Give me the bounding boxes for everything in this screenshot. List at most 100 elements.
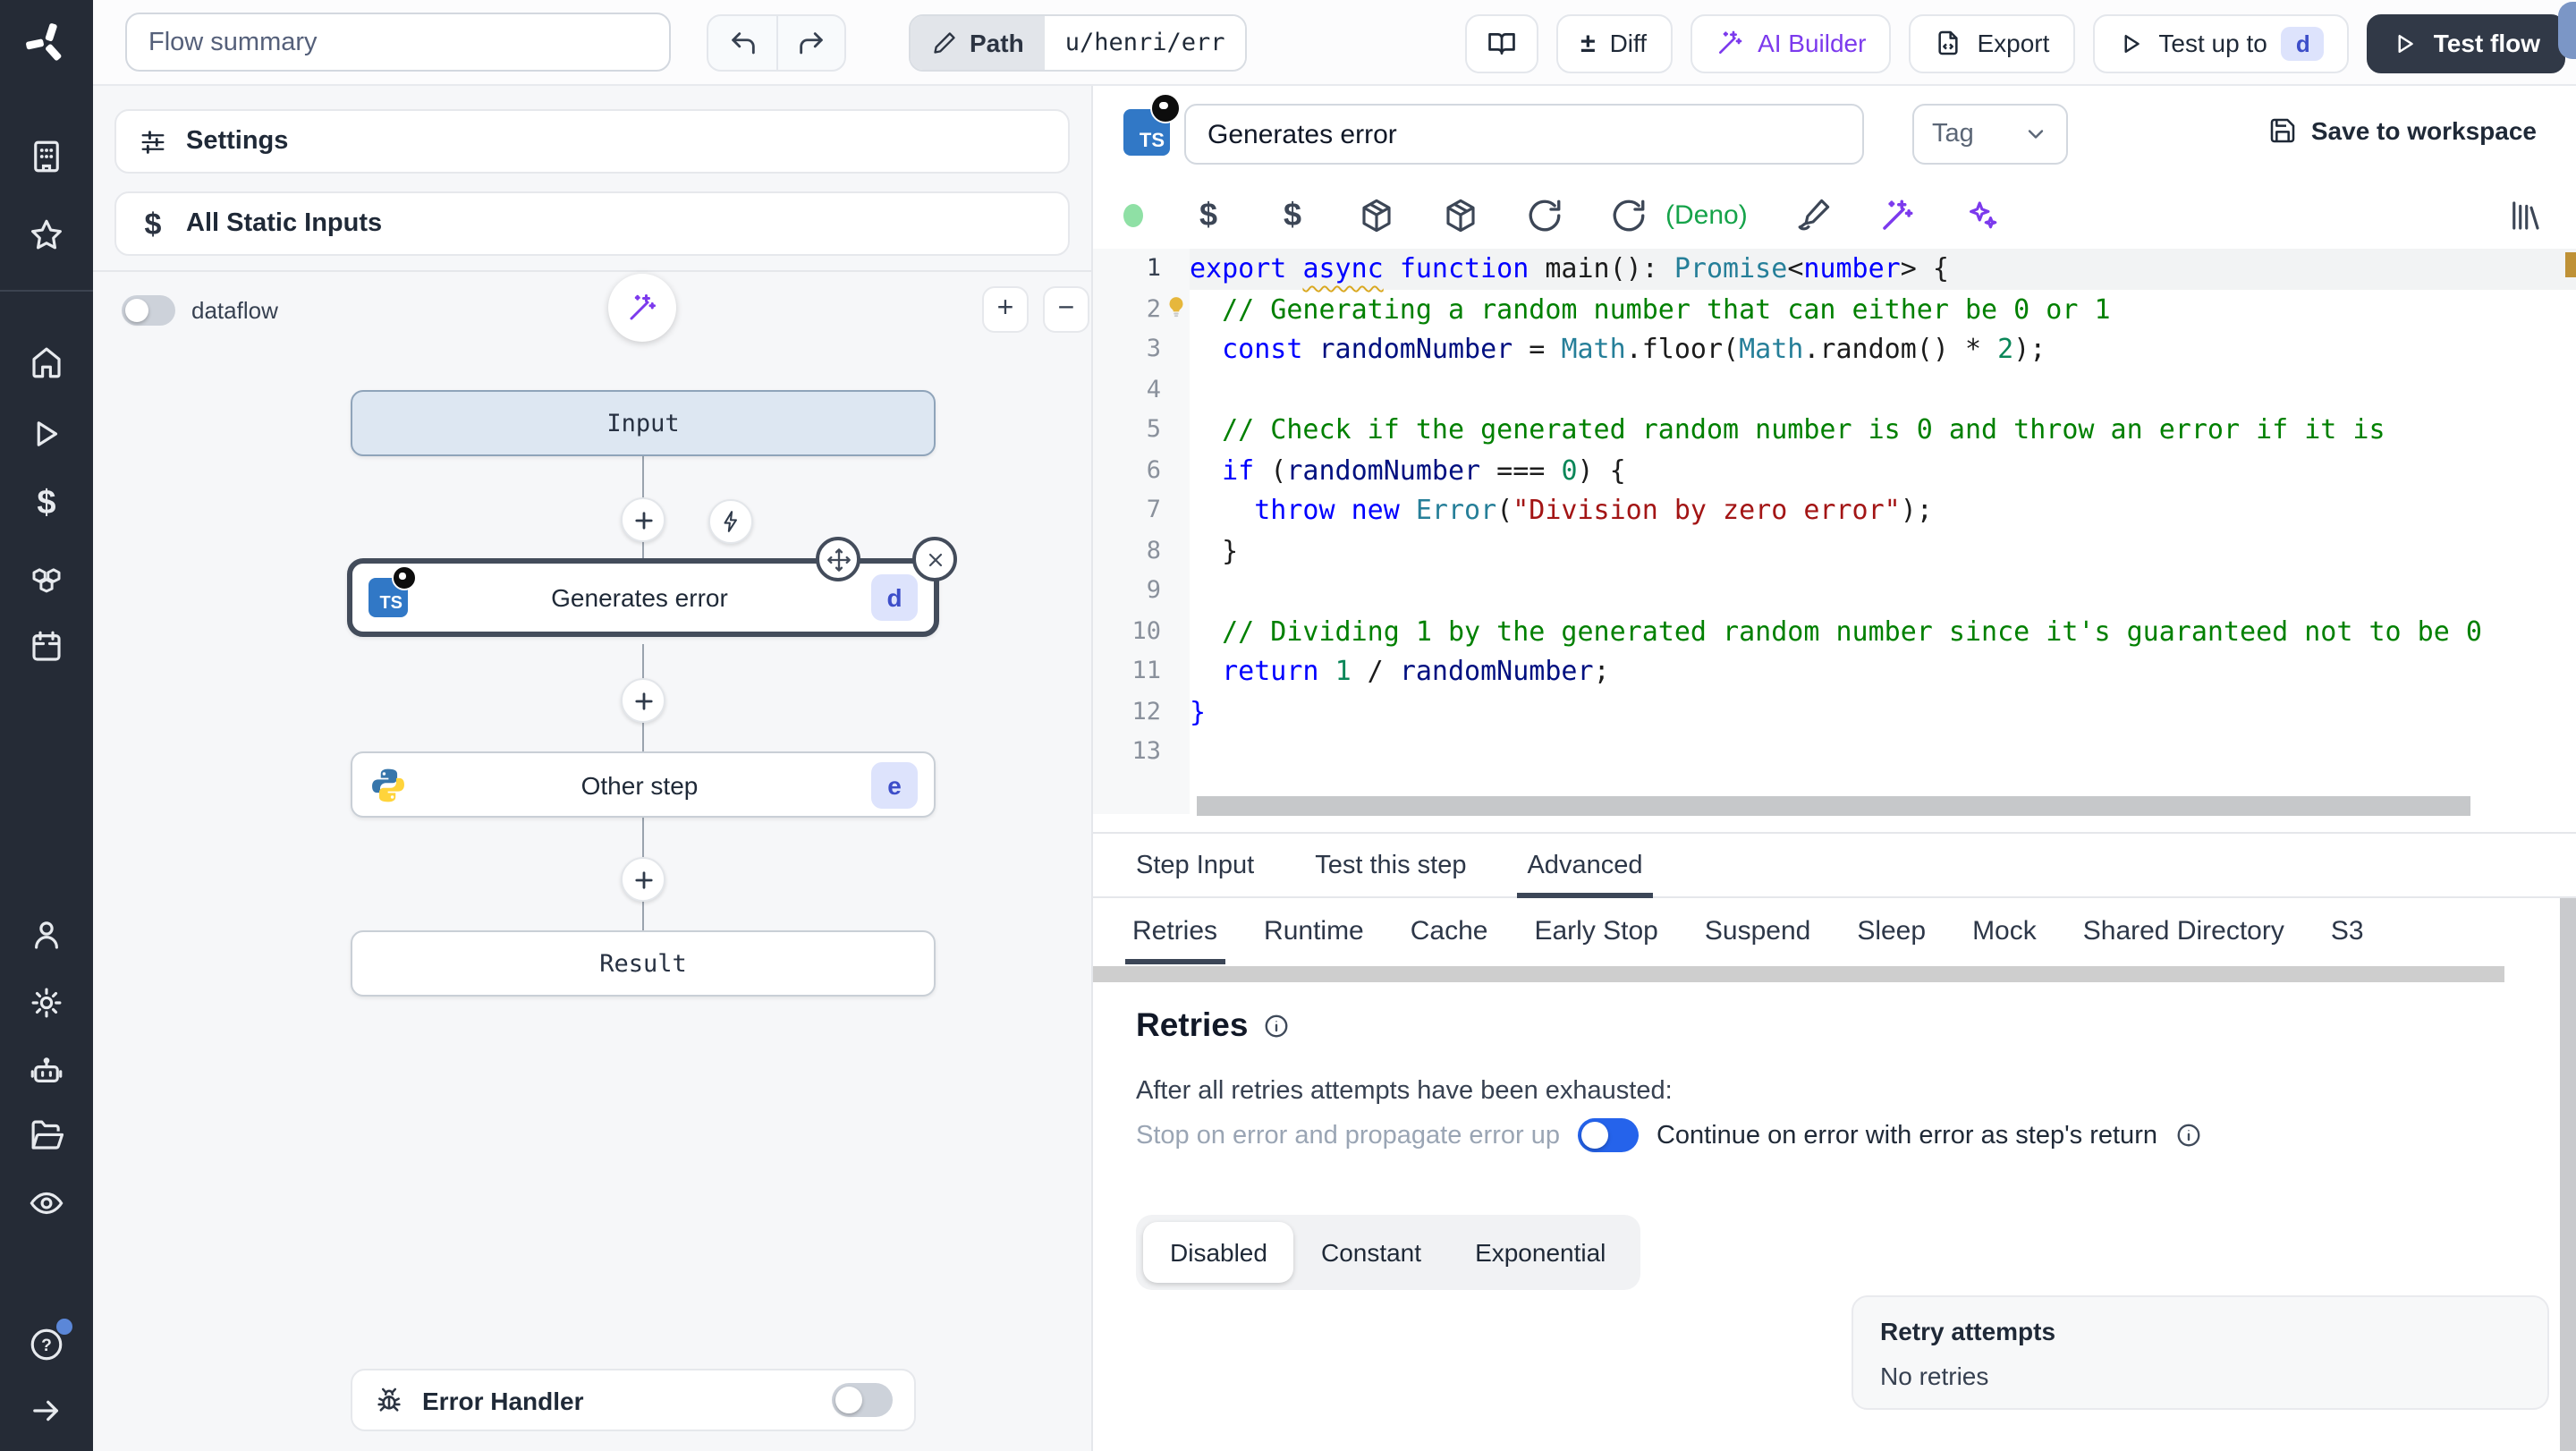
home-icon[interactable]	[28, 344, 65, 381]
flow-settings-row[interactable]: Settings	[114, 109, 1070, 174]
subtab-suspend[interactable]: Suspend	[1705, 898, 1810, 964]
subtab-retries[interactable]: Retries	[1125, 898, 1224, 964]
folders-icon[interactable]	[28, 1116, 65, 1154]
retry-attempts-label: Retry attempts	[1880, 1317, 2056, 1345]
add-step-button[interactable]	[621, 857, 665, 902]
subtab-s3[interactable]: S3	[2331, 898, 2364, 964]
format-brush-icon[interactable]	[1794, 196, 1832, 233]
code-editor[interactable]: 1 2 3 4 5 6 7 8 9 10 11 12 13 export async function …	[1093, 245, 2576, 814]
result-node-label: Result	[599, 949, 687, 978]
add-step-button[interactable]	[621, 497, 665, 542]
retry-mode-constant[interactable]: Constant	[1294, 1222, 1448, 1283]
subtab-shared-directory[interactable]: Shared Directory	[2083, 898, 2284, 964]
path-value[interactable]: u/henri/err	[1045, 16, 1245, 70]
settings-gear-icon[interactable]	[28, 984, 65, 1022]
audit-eye-icon[interactable]	[28, 1184, 65, 1222]
other-step-badge: e	[871, 761, 918, 808]
variables-icon[interactable]: $	[1274, 196, 1311, 233]
workers-robot-icon[interactable]	[28, 1052, 65, 1090]
panel-divider	[93, 270, 1091, 272]
resources-boxes-icon[interactable]	[28, 556, 65, 594]
subtab-early-stop[interactable]: Early Stop	[1534, 898, 1657, 964]
schedules-calendar-icon[interactable]	[28, 628, 65, 666]
reload-icon[interactable]	[1526, 196, 1563, 233]
subtab-runtime[interactable]: Runtime	[1264, 898, 1364, 964]
move-node-button[interactable]	[816, 537, 860, 581]
plus-minus-icon: ±	[1580, 28, 1596, 58]
zoom-in-button[interactable]: +	[982, 286, 1029, 333]
error-behavior-toggle-row: Stop on error and propagate error up Con…	[1136, 1118, 2202, 1152]
static-inputs-icon[interactable]: $	[1190, 196, 1227, 233]
library-icon[interactable]	[2506, 196, 2544, 233]
panel-vertical-scrollbar[interactable]	[2560, 898, 2576, 1451]
ai-wand-icon[interactable]	[1878, 196, 1916, 233]
retry-mode-disabled[interactable]: Disabled	[1143, 1222, 1294, 1283]
workspace-building-icon[interactable]	[28, 138, 65, 175]
favorites-star-icon[interactable]	[28, 216, 65, 254]
info-icon[interactable]	[2175, 1122, 2202, 1149]
runtime-label[interactable]: (Deno)	[1665, 199, 1748, 230]
undo-button[interactable]	[708, 16, 776, 70]
step-node-other-step[interactable]: Other step e	[351, 751, 936, 818]
continue-on-error-toggle[interactable]	[1577, 1118, 1639, 1152]
windmill-logo-icon[interactable]	[23, 20, 70, 66]
zoom-out-button[interactable]: −	[1043, 286, 1089, 333]
subtab-cache[interactable]: Cache	[1411, 898, 1488, 964]
code-lines: export async function main(): Promise<nu…	[1190, 252, 2482, 727]
step-editor-panel: TS Tag Save to workspace $ $	[1093, 86, 2576, 1451]
retries-title: Retries	[1136, 1006, 1249, 1043]
diff-button[interactable]: ± Diff	[1555, 13, 1673, 72]
dataflow-toggle[interactable]	[122, 295, 175, 326]
variables-dollar-icon[interactable]: $	[28, 485, 65, 522]
user-icon[interactable]	[28, 916, 65, 954]
flow-summary-input[interactable]	[125, 13, 671, 72]
retry-mode-exponential[interactable]: Exponential	[1448, 1222, 1632, 1283]
ai-builder-button[interactable]: AI Builder	[1690, 13, 1892, 72]
sparkles-icon[interactable]	[1962, 196, 2000, 233]
runs-play-icon[interactable]	[28, 415, 65, 453]
package-icon[interactable]	[1358, 196, 1395, 233]
save-to-workspace-button[interactable]: Save to workspace	[2268, 116, 2537, 145]
package-icon[interactable]	[1442, 196, 1479, 233]
reload-runtime-icon[interactable]	[1610, 196, 1648, 233]
input-node-label: Input	[606, 409, 680, 437]
input-node[interactable]: Input	[351, 390, 936, 456]
editor-horizontal-scrollbar[interactable]	[1190, 796, 2544, 816]
subtabs-scrollbar[interactable]	[1093, 966, 2504, 982]
delete-node-button[interactable]	[912, 537, 957, 581]
lightbulb-icon[interactable]	[1165, 295, 1188, 318]
deno-icon	[1150, 93, 1181, 123]
offscreen-button-sliver[interactable]	[2558, 2, 2576, 59]
error-handler-toggle[interactable]	[832, 1383, 893, 1417]
test-flow-button[interactable]: Test flow	[2367, 13, 2565, 72]
tag-select[interactable]: Tag	[1912, 104, 2068, 165]
result-node[interactable]: Result	[351, 930, 936, 997]
dollar-icon: $	[144, 207, 162, 241]
step-node-badge: d	[871, 574, 918, 621]
subtab-sleep[interactable]: Sleep	[1857, 898, 1926, 964]
all-static-inputs-row[interactable]: $ All Static Inputs	[114, 191, 1070, 256]
subtab-mock[interactable]: Mock	[1972, 898, 2037, 964]
docs-button[interactable]	[1464, 13, 1538, 72]
error-handler-row[interactable]: Error Handler	[351, 1369, 916, 1431]
tab-advanced[interactable]: Advanced	[1516, 834, 1653, 898]
add-trigger-bolt-button[interactable]	[708, 499, 753, 544]
export-button[interactable]: Export	[1909, 13, 2075, 72]
tab-step-input[interactable]: Step Input	[1136, 834, 1254, 896]
redo-button[interactable]	[776, 16, 844, 70]
chevron-down-icon	[2028, 130, 2044, 139]
ai-wand-button[interactable]	[608, 274, 676, 342]
edit-path-button[interactable]: Path	[911, 16, 1046, 70]
tab-test-this-step[interactable]: Test this step	[1315, 834, 1466, 896]
test-up-to-button[interactable]: Test up to d	[2092, 13, 2350, 72]
help-icon[interactable]: ?	[28, 1319, 72, 1363]
collapse-arrow-icon[interactable]	[28, 1392, 65, 1430]
info-icon[interactable]	[1262, 1012, 1289, 1039]
editor-toolbar: $ $ (Deno)	[1123, 188, 2544, 242]
save-icon	[2270, 118, 2295, 143]
advanced-subtabs: Retries Runtime Cache Early Stop Suspend…	[1093, 898, 2551, 964]
settings-label: Settings	[186, 127, 289, 156]
step-name-input[interactable]	[1184, 104, 1864, 165]
ai-builder-label: AI Builder	[1758, 29, 1867, 57]
add-step-button[interactable]	[621, 678, 665, 723]
